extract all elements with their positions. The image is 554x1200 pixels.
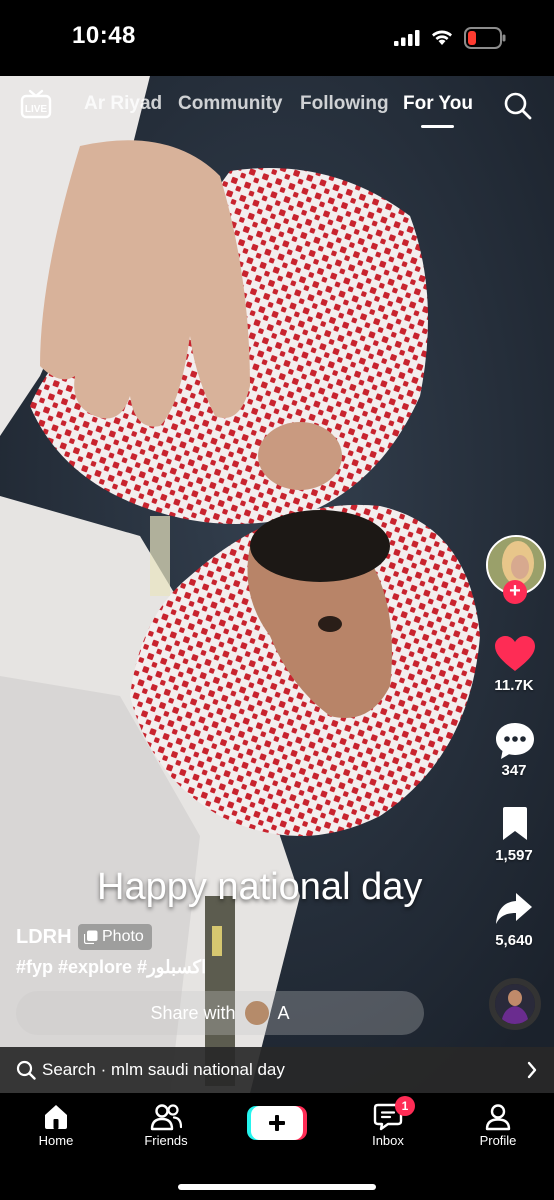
- heart-icon[interactable]: [494, 635, 536, 673]
- tab-for-you[interactable]: For You: [403, 93, 473, 115]
- share-count: 5,640: [495, 932, 533, 949]
- photo-icon: [84, 930, 98, 944]
- share-target-name: A: [277, 1002, 290, 1023]
- status-time: 10:48: [72, 22, 136, 49]
- search-query: mlm saudi national day: [111, 1060, 285, 1079]
- follow-button[interactable]: +: [503, 580, 527, 604]
- video-overlay-text: Happy national day: [97, 866, 423, 908]
- search-suggestion-text: Search · mlm saudi national day: [42, 1060, 285, 1080]
- nav-profile[interactable]: Profile: [453, 1093, 543, 1148]
- photo-badge-label: Photo: [102, 928, 144, 945]
- search-icon[interactable]: [503, 91, 533, 121]
- nav-profile-label: Profile: [479, 1133, 517, 1148]
- tab-community[interactable]: Community: [178, 93, 283, 115]
- share-prompt: Share with: [150, 1002, 236, 1023]
- live-label: LIVE: [25, 104, 48, 115]
- music-disc[interactable]: [489, 978, 541, 1030]
- search-icon: [16, 1060, 36, 1080]
- chevron-right-icon: [527, 1061, 537, 1079]
- cell-signal-icon: [394, 30, 420, 46]
- friends-icon: [150, 1104, 182, 1131]
- search-suggestion-bar[interactable]: Search · mlm saudi national day: [0, 1047, 554, 1093]
- share-arrow-icon[interactable]: [494, 891, 534, 927]
- author-username[interactable]: LDRH: [16, 926, 72, 949]
- status-bar: 10:48: [0, 0, 554, 76]
- search-prefix: Search: [42, 1060, 96, 1079]
- inbox-notification-badge: 1: [395, 1096, 415, 1116]
- comment-icon[interactable]: [494, 721, 536, 761]
- bookmark-icon[interactable]: [500, 806, 530, 842]
- tab-ar-riyad[interactable]: Ar Riyad: [84, 93, 162, 115]
- share-target-avatar: [243, 1000, 270, 1026]
- nav-inbox-label: Inbox: [372, 1133, 404, 1148]
- battery-low-icon: [464, 27, 506, 49]
- photo-badge: Photo: [78, 924, 152, 950]
- nav-friends-label: Friends: [144, 1133, 188, 1148]
- sound-cover-image: [495, 984, 535, 1024]
- nav-friends[interactable]: Friends: [121, 1093, 211, 1148]
- home-icon: [45, 1105, 67, 1129]
- wifi-icon: [432, 30, 452, 45]
- video-caption[interactable]: #fyp #explore #اكسبلور: [16, 957, 206, 978]
- share-with-button[interactable]: Share with A: [16, 991, 424, 1035]
- live-tv-icon[interactable]: LIVE: [20, 88, 52, 120]
- home-indicator[interactable]: [178, 1184, 376, 1190]
- nav-home-label: Home: [38, 1133, 74, 1148]
- save-count: 1,597: [495, 847, 533, 864]
- search-separator: ·: [100, 1060, 107, 1079]
- nav-home[interactable]: Home: [11, 1093, 101, 1148]
- like-count: 11.7K: [494, 677, 534, 694]
- tab-following[interactable]: Following: [300, 93, 389, 115]
- nav-inbox[interactable]: Inbox: [343, 1093, 433, 1148]
- active-tab-indicator: [421, 125, 454, 128]
- create-icon[interactable]: [247, 1106, 307, 1140]
- comment-count: 347: [501, 762, 527, 779]
- profile-icon: [485, 1104, 511, 1131]
